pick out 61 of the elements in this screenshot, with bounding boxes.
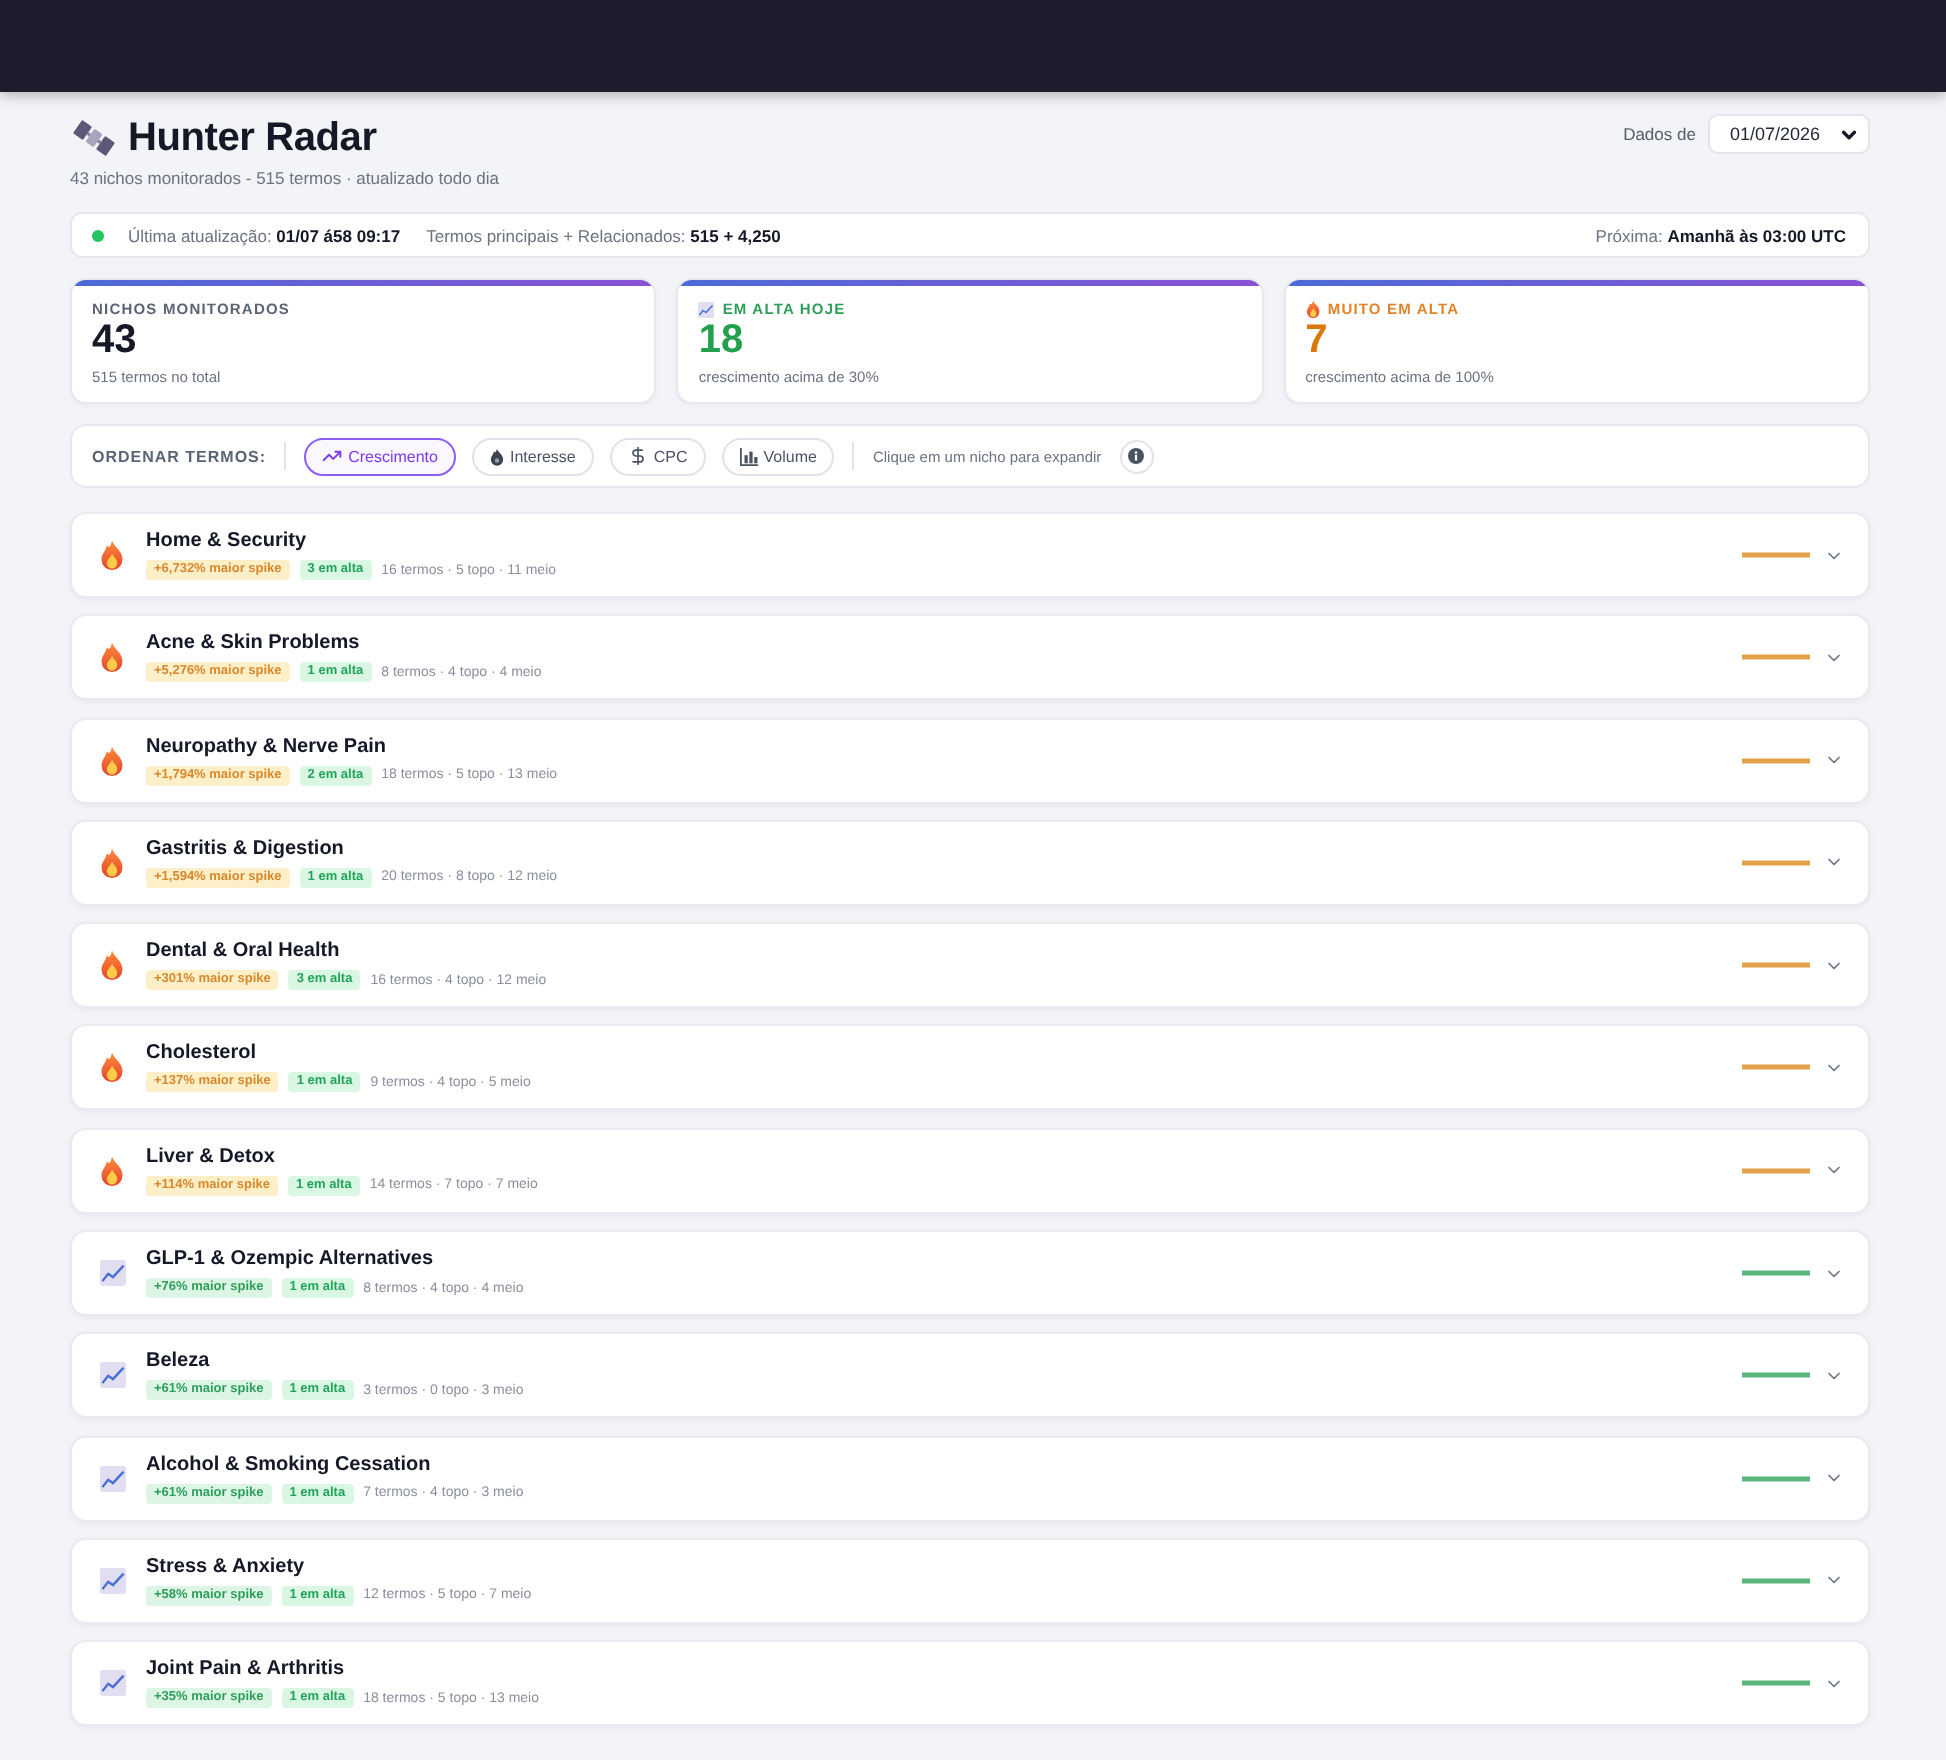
- line-chart-icon: [99, 1670, 125, 1697]
- date-select[interactable]: 01/07/2026: [1707, 114, 1870, 154]
- bar-chart-icon: [739, 447, 758, 465]
- sort-button[interactable]: Volume: [721, 437, 835, 475]
- terms-count-text: Termos principais + Relacionados: 515 + 4,250: [426, 225, 781, 245]
- niche-name: Liver & Detox: [146, 1145, 277, 1170]
- stat-value: 43: [92, 322, 139, 360]
- niche-name: GLP-1 & Ozempic Alternatives: [146, 1248, 436, 1273]
- dollar-icon: [627, 446, 648, 466]
- satellite-icon: [72, 118, 116, 158]
- sparkline: [1742, 962, 1810, 969]
- niche-name: Home & Security: [146, 530, 309, 554]
- sparkline: [1742, 1577, 1810, 1584]
- line-chart-icon: [99, 1362, 125, 1389]
- niche-name: Acne & Skin Problems: [146, 632, 362, 657]
- sort-label: ORDENAR TERMOS:: [92, 447, 267, 465]
- niche-name: Joint Pain & Arthritis: [146, 1658, 347, 1683]
- line-chart-icon: [99, 1567, 125, 1594]
- info-icon: [1128, 448, 1145, 464]
- stat-value: 7: [1305, 322, 1330, 360]
- flame-icon: [1305, 300, 1320, 318]
- stat-value: 18: [698, 322, 746, 360]
- sparkline: [1742, 1167, 1810, 1174]
- niche-name: Gastritis & Digestion: [146, 837, 346, 862]
- niche-name: Alcohol & Smoking Cessation: [146, 1453, 433, 1478]
- flame-icon: [489, 447, 504, 465]
- niche-name: Beleza: [146, 1350, 212, 1375]
- line-chart-icon: [99, 1260, 125, 1287]
- sparkline: [1742, 859, 1810, 866]
- flame-icon: [100, 1155, 124, 1186]
- info-button[interactable]: [1119, 439, 1154, 473]
- flame-icon: [100, 1052, 124, 1083]
- line-chart-icon: [99, 1465, 125, 1492]
- niche-name: Neuropathy & Nerve Pain: [146, 735, 389, 760]
- sort-button[interactable]: CPC: [609, 437, 706, 475]
- sparkline: [1742, 757, 1810, 764]
- page-subtitle: 43 nichos monitorados - 515 termos · atualizado todo dia: [70, 168, 500, 190]
- flame-icon: [100, 642, 124, 673]
- flame-icon: [100, 847, 124, 878]
- sparkline: [1742, 1270, 1810, 1277]
- trend-up-icon: [322, 446, 343, 466]
- sparkline: [1742, 1064, 1810, 1071]
- sparkline: [1742, 654, 1810, 661]
- sparkline: [1742, 1475, 1810, 1482]
- sort-button[interactable]: Interesse: [471, 437, 594, 475]
- sparkline: [1742, 1680, 1810, 1687]
- flame-icon: [100, 745, 124, 776]
- niche-name: Dental & Oral Health: [146, 940, 342, 965]
- sparkline: [1742, 552, 1810, 558]
- flame-icon: [100, 540, 124, 570]
- line-chart-icon: [698, 301, 715, 317]
- niche-name: Stress & Anxiety: [146, 1555, 307, 1580]
- sort-button[interactable]: Crescimento: [304, 437, 456, 475]
- niche-name: Cholesterol: [146, 1042, 259, 1067]
- next-update-text: Próxima: Amanhã às 03:00 UTC: [1595, 225, 1846, 245]
- last-update-text: Última atualização: 01/07 á58 09:17: [128, 225, 401, 245]
- sparkline: [1742, 1372, 1810, 1379]
- status-dot-icon: [92, 229, 104, 241]
- page-title: Hunter Radar: [128, 114, 377, 162]
- date-label: Dados de: [1623, 124, 1696, 144]
- flame-icon: [100, 950, 124, 981]
